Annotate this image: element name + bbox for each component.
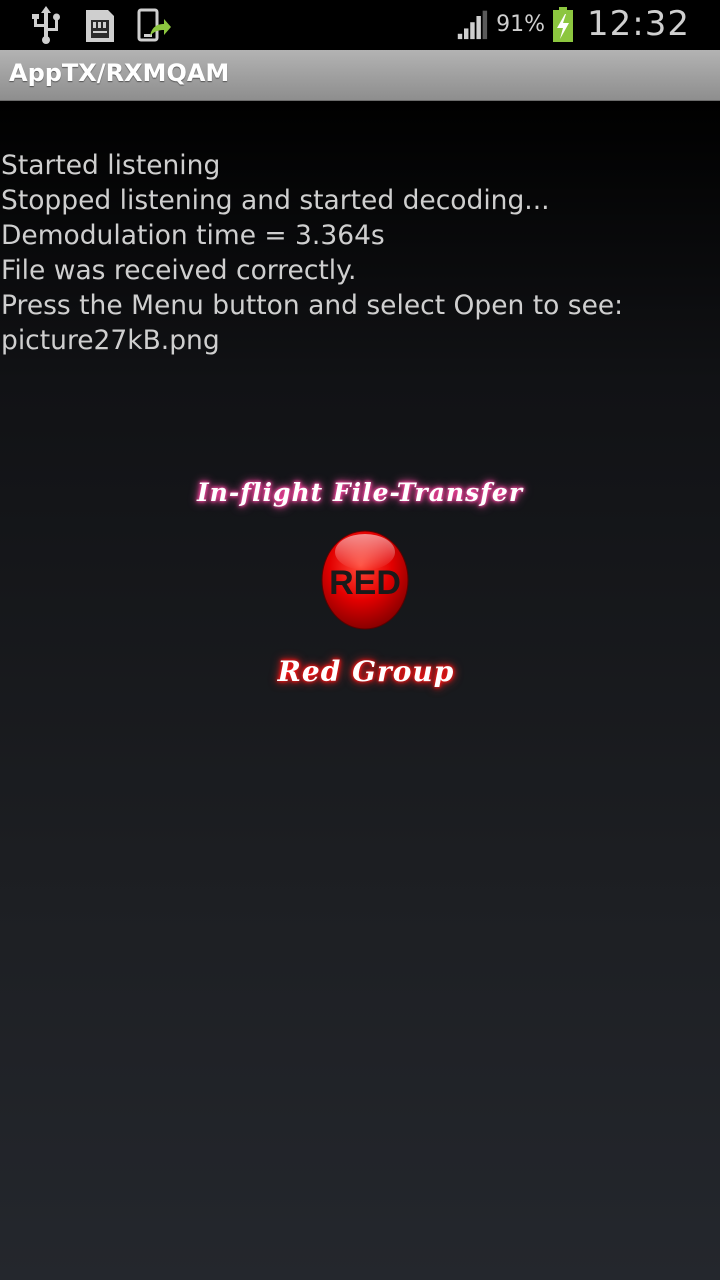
red-button-label: RED [329,564,401,602]
screen-share-icon [137,8,171,42]
log-line: Started listening [1,150,221,181]
app-title: AppTX/RXMQAM [9,59,230,87]
battery-percentage: 91% [496,11,546,37]
sd-card-icon [86,10,114,42]
status-clock: 12:32 [587,4,690,44]
log-line: Stopped listening and started decoding..… [1,185,550,216]
notification-icons [28,6,172,44]
system-status: 91% 12:32 [456,4,690,44]
received-filename: picture27kB.png [1,325,220,356]
log-output: Started listening Stopped listening and … [1,148,716,358]
status-bar: 91% 12:32 [0,0,720,50]
usb-icon [32,6,60,44]
tagline: In-flight File-Transfer [196,478,524,507]
log-line: File was received correctly. [1,255,357,286]
log-line: Press the Menu button and select Open to… [1,290,624,321]
red-group-button[interactable]: RED [321,528,409,630]
log-line: Demodulation time = 3.364s [1,220,385,251]
battery-charging-icon [553,7,574,42]
group-name: Red Group [277,655,455,688]
app-title-bar: AppTX/RXMQAM [0,50,720,101]
signal-icon [457,10,488,40]
